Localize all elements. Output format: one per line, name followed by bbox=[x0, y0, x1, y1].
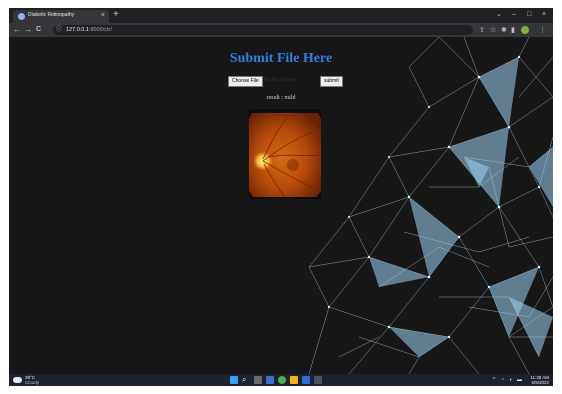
page-content: Submit File Here Choose File No file cho… bbox=[9, 37, 553, 374]
file-explorer-icon[interactable] bbox=[290, 376, 298, 384]
task-view-icon[interactable] bbox=[254, 376, 262, 384]
store-icon[interactable] bbox=[314, 376, 322, 384]
chrome-icon[interactable] bbox=[278, 376, 286, 384]
extensions-icon[interactable]: ✱ bbox=[501, 26, 507, 35]
clock[interactable]: 11:38 AM 6/9/2022 bbox=[530, 375, 549, 385]
tab-strip: Diabetic Retinopathy × + ⌄ – □ × bbox=[9, 8, 553, 23]
maximize-button[interactable]: □ bbox=[527, 10, 531, 20]
sidebar-icon[interactable]: ▮ bbox=[511, 26, 515, 35]
file-name-text: No file chosen bbox=[264, 77, 296, 83]
favicon-icon bbox=[18, 13, 25, 20]
page-heading: Submit File Here bbox=[229, 51, 333, 66]
profile-icon[interactable] bbox=[521, 26, 529, 34]
reload-icon[interactable]: C bbox=[36, 25, 41, 35]
battery-icon[interactable]: ▬ bbox=[517, 376, 522, 384]
choose-file-button[interactable]: Choose File bbox=[228, 76, 263, 87]
wifi-icon[interactable]: ◔ bbox=[501, 376, 504, 384]
new-tab-button[interactable]: + bbox=[113, 9, 119, 21]
back-icon[interactable]: ← bbox=[13, 25, 21, 35]
clock-date: 6/9/2022 bbox=[531, 380, 549, 385]
tray-chevron-icon[interactable]: ^ bbox=[493, 376, 495, 384]
menu-icon[interactable]: ⋮ bbox=[539, 26, 546, 35]
browser-window: Diabetic Retinopathy × + ⌄ – □ × ← → C ⓘ… bbox=[9, 8, 553, 386]
close-window-button[interactable]: × bbox=[542, 10, 546, 20]
chat-icon[interactable] bbox=[266, 376, 274, 384]
taskbar: 28°C Cloudy ⌕ ^ ◔ ◖ ▬ 11:38 AM 6/9/2022 bbox=[9, 374, 553, 386]
tab-diabetic-retinopathy[interactable]: Diabetic Retinopathy × bbox=[13, 10, 109, 23]
vscode-icon[interactable] bbox=[302, 376, 310, 384]
tab-search-icon[interactable]: ⌄ bbox=[496, 10, 502, 20]
tab-title: Diabetic Retinopathy bbox=[28, 12, 75, 18]
minimize-button[interactable]: – bbox=[512, 10, 516, 20]
submit-button[interactable]: submit bbox=[320, 76, 343, 87]
address-path: :8000/ctr/ bbox=[88, 27, 112, 33]
site-info-icon[interactable]: ⓘ bbox=[56, 25, 62, 35]
weather-desc: Cloudy bbox=[25, 380, 40, 385]
cloud-icon bbox=[13, 377, 22, 383]
tab-close-icon[interactable]: × bbox=[101, 11, 105, 20]
address-toolbar: ← → C ⓘ 127.0.0.1:8000/ctr/ ⇪ ☆ ✱ ▮ ⋮ bbox=[9, 23, 553, 37]
address-bar[interactable]: ⓘ 127.0.0.1:8000/ctr/ bbox=[53, 25, 473, 35]
star-icon[interactable]: ☆ bbox=[490, 26, 496, 35]
address-text: 127.0.0.1:8000/ctr/ bbox=[66, 25, 112, 35]
windows-start-icon[interactable] bbox=[230, 376, 238, 384]
address-host: 127.0.0.1 bbox=[66, 27, 89, 33]
retina-image bbox=[249, 109, 321, 199]
search-icon[interactable]: ⌕ bbox=[242, 376, 250, 384]
volume-icon[interactable]: ◖ bbox=[509, 376, 512, 384]
network-background bbox=[308, 37, 553, 374]
forward-icon[interactable]: → bbox=[24, 25, 32, 35]
result-text: result : mild bbox=[266, 95, 296, 101]
share-icon[interactable]: ⇪ bbox=[479, 26, 485, 35]
